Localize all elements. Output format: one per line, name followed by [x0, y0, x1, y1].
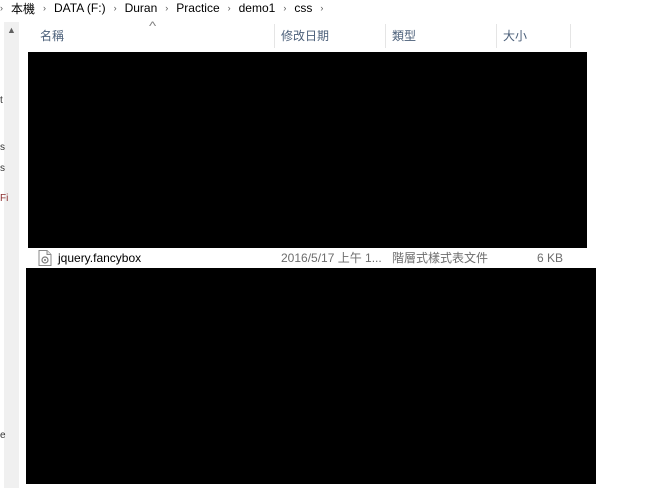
scroll-up-arrow-icon[interactable]: ▲: [4, 22, 19, 38]
navigation-pane-scrollbar[interactable]: [4, 22, 19, 488]
nav-item-fragment[interactable]: s: [0, 163, 5, 174]
breadcrumb: › 本機 › DATA (F:) › Duran › Practice › de…: [0, 0, 648, 16]
file-type: 階層式樣式表文件: [392, 251, 489, 265]
column-header-type[interactable]: 類型: [386, 24, 497, 48]
nav-item-fragment[interactable]: s: [0, 142, 5, 153]
nav-item-fragment[interactable]: Fi: [0, 193, 8, 204]
column-header-name[interactable]: 名稱: [34, 24, 275, 48]
nav-item-fragment[interactable]: t: [0, 95, 3, 106]
breadcrumb-item-data-drive[interactable]: DATA (F:): [51, 1, 109, 15]
column-header-date-modified[interactable]: 修改日期: [275, 24, 386, 48]
chevron-right-icon[interactable]: ›: [160, 3, 173, 13]
chevron-right-icon[interactable]: ›: [223, 3, 236, 13]
nav-item-fragment[interactable]: e: [0, 430, 6, 441]
breadcrumb-item-this-pc[interactable]: 本機: [8, 0, 38, 16]
column-header-size-label: 大小: [503, 29, 528, 43]
breadcrumb-item-duran[interactable]: Duran: [122, 1, 161, 15]
file-name[interactable]: jquery.fancybox: [58, 251, 141, 265]
redacted-file-rows: [28, 52, 587, 248]
chevron-right-icon: ›: [0, 3, 3, 13]
chevron-right-icon[interactable]: ›: [109, 3, 122, 13]
chevron-right-icon[interactable]: ›: [38, 3, 51, 13]
column-header-name-label: 名稱: [40, 29, 65, 43]
column-header-type-label: 類型: [392, 29, 417, 43]
css-file-icon: [38, 250, 52, 266]
redacted-file-rows: [26, 268, 596, 484]
file-size: 6 KB: [536, 251, 563, 265]
column-header-size[interactable]: 大小: [497, 24, 571, 48]
column-header-date-label: 修改日期: [281, 29, 330, 43]
chevron-right-icon[interactable]: ›: [278, 3, 291, 13]
file-date-modified: 2016/5/17 上午 1...: [281, 251, 382, 265]
breadcrumb-item-demo1[interactable]: demo1: [236, 1, 279, 15]
breadcrumb-item-practice[interactable]: Practice: [173, 1, 222, 15]
chevron-right-icon[interactable]: ›: [315, 3, 328, 13]
breadcrumb-item-css[interactable]: css: [291, 1, 315, 15]
